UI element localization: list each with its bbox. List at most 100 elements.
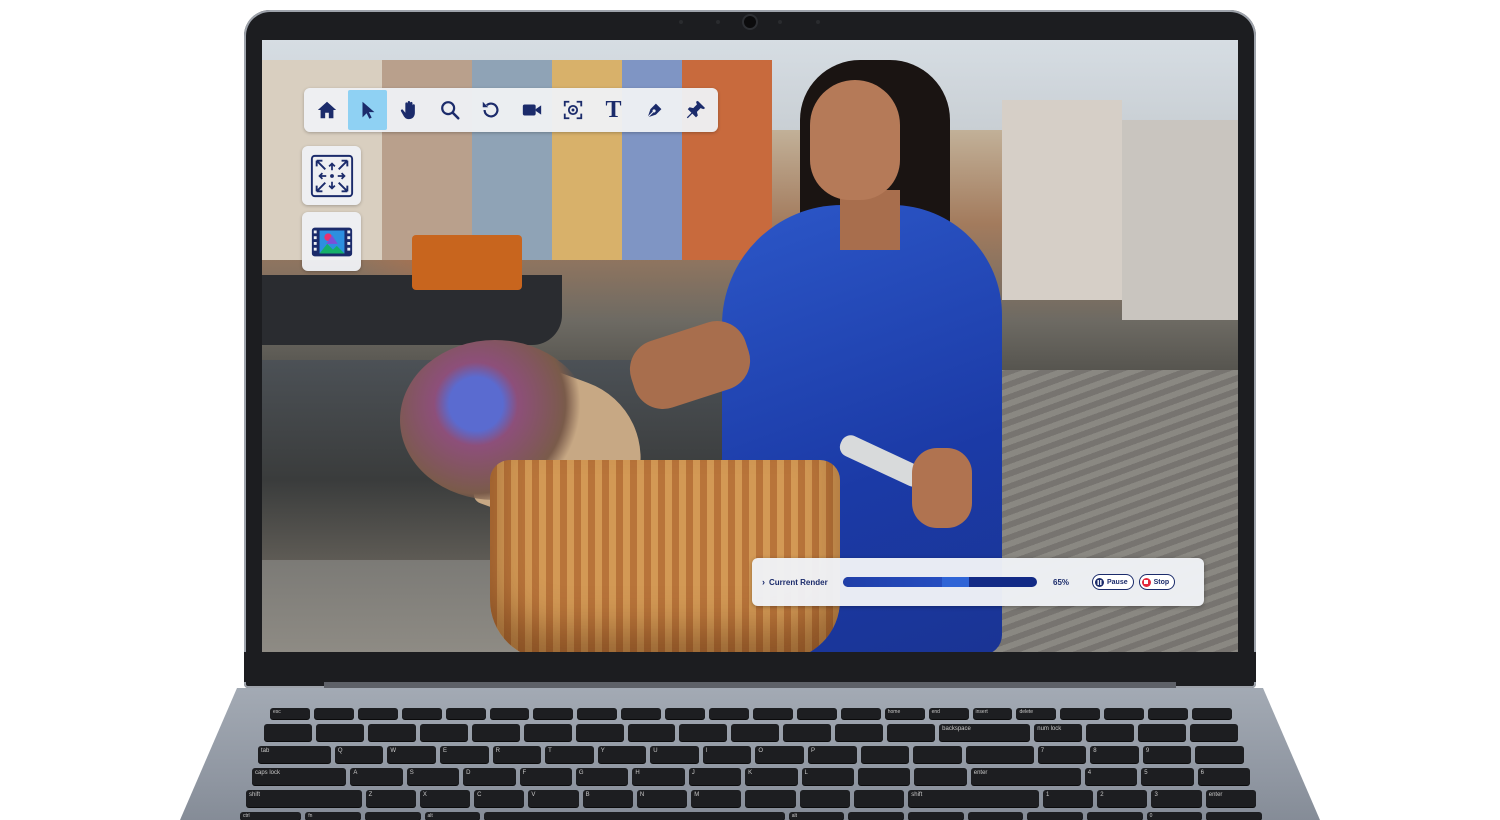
keyboard-key[interactable] (860, 746, 910, 763)
keyboard-key[interactable]: 7 (1037, 746, 1087, 763)
keyboard-key[interactable] (419, 724, 468, 741)
keyboard-key[interactable]: backspace (939, 724, 1031, 741)
keyboard-key[interactable] (857, 768, 911, 785)
keyboard-key[interactable]: X (419, 790, 471, 807)
keyboard-key[interactable] (1192, 708, 1232, 719)
keyboard-key[interactable] (401, 708, 442, 719)
keyboard-key[interactable] (913, 746, 962, 763)
keyboard-key[interactable]: V (528, 790, 579, 807)
keyboard-key[interactable] (357, 708, 398, 719)
keyboard-key[interactable]: 5 (1141, 768, 1194, 785)
keyboard-key[interactable]: R (492, 746, 542, 763)
keyboard-key[interactable] (364, 812, 421, 820)
keyboard-key[interactable] (484, 812, 785, 820)
keyboard-key[interactable]: W (387, 746, 436, 763)
keyboard-key[interactable]: enter (1205, 790, 1256, 807)
keyboard-key[interactable]: tab (258, 746, 331, 763)
keyboard-key[interactable] (799, 790, 850, 807)
keyboard-key[interactable] (575, 724, 624, 741)
keyboard-key[interactable] (264, 724, 312, 741)
keyboard-key[interactable]: alt (788, 812, 845, 820)
keyboard-key[interactable] (621, 708, 662, 719)
keyboard-key[interactable] (731, 724, 780, 741)
keyboard-key[interactable]: shift (246, 790, 362, 807)
keyboard-key[interactable]: J (688, 768, 742, 785)
keyboard-key[interactable] (1087, 812, 1143, 820)
keyboard-key[interactable]: 8 (1090, 746, 1139, 763)
keyboard-key[interactable]: 4 (1084, 768, 1138, 785)
keyboard-key[interactable] (745, 790, 796, 807)
keyboard-key[interactable]: P (808, 746, 857, 763)
keyboard-key[interactable] (796, 708, 837, 719)
keyboard-key[interactable] (471, 724, 520, 741)
keyboard-key[interactable]: insert (972, 708, 1013, 719)
keyboard-key[interactable] (1027, 812, 1084, 820)
keyboard-key[interactable]: S (406, 768, 460, 785)
keyboard-key[interactable] (709, 708, 749, 719)
keyboard-key[interactable] (783, 724, 832, 741)
keyboard-key[interactable]: 1 (1042, 790, 1094, 807)
keyboard-key[interactable] (1190, 724, 1238, 741)
keyboard-key[interactable]: 3 (1151, 790, 1202, 807)
keyboard-key[interactable]: H (632, 768, 685, 785)
keyboard-key[interactable]: 0 (1146, 812, 1203, 820)
keyboard-key[interactable] (489, 708, 530, 719)
keyboard-key[interactable]: I (702, 746, 752, 763)
keyboard-key[interactable] (523, 724, 572, 741)
keyboard-key[interactable]: 2 (1097, 790, 1148, 807)
keyboard-key[interactable]: 9 (1142, 746, 1192, 763)
keyboard-key[interactable]: Z (365, 790, 416, 807)
keyboard-key[interactable]: N (636, 790, 688, 807)
keyboard-key[interactable] (627, 724, 676, 741)
keyboard-key[interactable]: U (650, 746, 699, 763)
keyboard-key[interactable] (1206, 812, 1262, 820)
keyboard-key[interactable] (679, 724, 728, 741)
keyboard-key[interactable]: shift (908, 790, 1039, 807)
keyboard-key[interactable]: B (582, 790, 633, 807)
keyboard-key[interactable] (965, 746, 1034, 763)
keyboard-key[interactable]: G (575, 768, 629, 785)
keyboard-key[interactable] (445, 708, 486, 719)
keyboard-key[interactable] (753, 708, 793, 719)
keyboard-key[interactable] (1138, 724, 1187, 741)
keyboard-key[interactable]: end (928, 708, 969, 719)
keyboard-key[interactable] (313, 708, 354, 719)
keyboard-key[interactable] (835, 724, 884, 741)
keyboard-key[interactable] (840, 708, 881, 719)
keyboard-key[interactable]: esc (270, 708, 310, 719)
keyboard-key[interactable]: caps lock (252, 768, 347, 785)
keyboard-key[interactable]: alt (424, 812, 481, 820)
keyboard-key[interactable] (908, 812, 964, 820)
keyboard-key[interactable]: D (463, 768, 516, 785)
keyboard-key[interactable]: Q (334, 746, 384, 763)
keyboard-key[interactable]: C (474, 790, 525, 807)
keyboard-key[interactable] (1104, 708, 1145, 719)
keyboard-key[interactable] (914, 768, 967, 785)
keyboard-key[interactable]: O (755, 746, 804, 763)
keyboard-key[interactable]: ctrl (240, 812, 302, 820)
keyboard-key[interactable] (665, 708, 706, 719)
keyboard-key[interactable]: home (884, 708, 925, 719)
keyboard-key[interactable] (853, 790, 905, 807)
keyboard-key[interactable]: delete (1016, 708, 1057, 719)
keyboard-key[interactable] (315, 724, 364, 741)
keyboard-key[interactable] (367, 724, 416, 741)
keyboard-key[interactable] (1148, 708, 1189, 719)
keyboard-key[interactable] (1195, 746, 1244, 763)
keyboard-key[interactable] (848, 812, 905, 820)
keyboard-key[interactable] (967, 812, 1024, 820)
keyboard-key[interactable]: E (440, 746, 489, 763)
keyboard-key[interactable]: Y (597, 746, 647, 763)
keyboard-key[interactable]: 6 (1197, 768, 1250, 785)
keyboard-key[interactable]: M (691, 790, 742, 807)
keyboard-key[interactable]: A (350, 768, 403, 785)
keyboard-key[interactable]: L (801, 768, 854, 785)
keyboard-key[interactable] (533, 708, 574, 719)
keyboard-key[interactable]: T (545, 746, 594, 763)
keyboard-key[interactable]: K (745, 768, 798, 785)
keyboard-key[interactable] (577, 708, 618, 719)
keyboard-key[interactable]: F (519, 768, 572, 785)
keyboard-key[interactable]: enter (970, 768, 1081, 785)
keyboard-key[interactable] (1086, 724, 1135, 741)
keyboard-key[interactable] (1060, 708, 1101, 719)
